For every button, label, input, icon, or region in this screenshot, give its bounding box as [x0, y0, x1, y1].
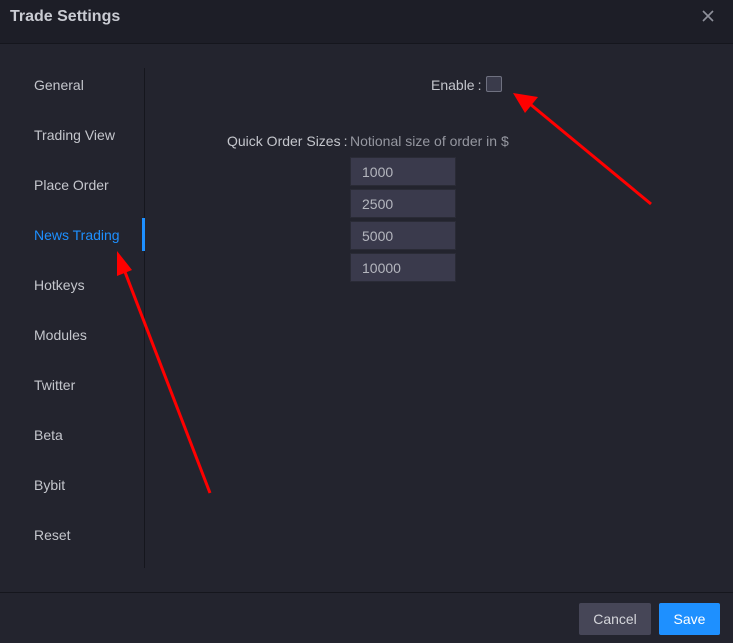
enable-checkbox[interactable] — [486, 76, 502, 92]
sidebar-item-place-order[interactable]: Place Order — [34, 177, 109, 193]
save-button[interactable]: Save — [659, 603, 720, 635]
footer-divider — [0, 592, 733, 593]
quick-order-sizes-hint: Notional size of order in $ — [350, 133, 509, 149]
sidebar-item-twitter[interactable]: Twitter — [34, 377, 75, 393]
quick-order-sizes-label: Quick Order Sizes: — [227, 133, 348, 149]
enable-label: Enable: — [431, 77, 482, 93]
order-size-input-2[interactable] — [350, 189, 456, 218]
order-size-input-3[interactable] — [350, 221, 456, 250]
sidebar-item-bybit[interactable]: Bybit — [34, 477, 65, 493]
dialog-title: Trade Settings — [10, 8, 121, 25]
order-size-input-4[interactable] — [350, 253, 456, 282]
sidebar-item-general[interactable]: General — [34, 77, 84, 93]
annotation-arrow-enable — [513, 93, 652, 206]
close-icon[interactable] — [700, 8, 716, 24]
sidebar-item-beta[interactable]: Beta — [34, 427, 63, 443]
active-tab-indicator — [142, 218, 145, 251]
sidebar-item-news-trading[interactable]: News Trading — [34, 227, 120, 243]
sidebar-item-reset[interactable]: Reset — [34, 527, 71, 543]
sidebar-item-modules[interactable]: Modules — [34, 327, 87, 343]
cancel-button[interactable]: Cancel — [579, 603, 651, 635]
order-size-input-1[interactable] — [350, 157, 456, 186]
settings-sidebar — [0, 68, 145, 568]
sidebar-item-trading-view[interactable]: Trading View — [34, 127, 115, 143]
dialog-header: Trade Settings — [0, 0, 733, 44]
sidebar-item-hotkeys[interactable]: Hotkeys — [34, 277, 85, 293]
